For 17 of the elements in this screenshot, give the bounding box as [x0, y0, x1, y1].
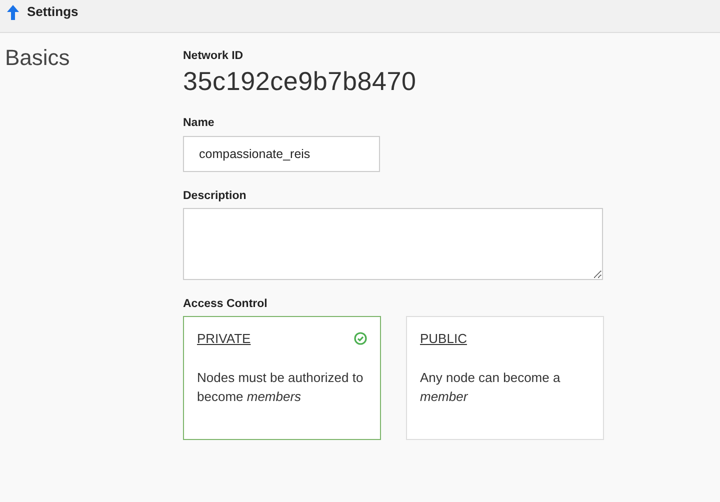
field-label: Access Control [183, 298, 268, 310]
access-option-card[interactable]: PRIVATE Nodes must be authorized to become members [183, 316, 381, 440]
option-title: PUBLIC [420, 331, 467, 346]
check-circle-icon [354, 332, 367, 345]
option-title: PRIVATE [197, 331, 251, 346]
section-title: Basics [5, 45, 70, 70]
description-field[interactable] [183, 208, 603, 280]
option-description: Any node can become a member [420, 369, 562, 406]
page-title: Settings [27, 4, 78, 19]
name-field[interactable]: compassionate_reis [183, 136, 380, 172]
access-option-card[interactable]: PUBLIC Any node can become a member [406, 316, 604, 440]
field-label: Description [183, 190, 246, 202]
field-label: Network ID [183, 50, 244, 62]
network-id: 35c192ce9b7b8470 [183, 66, 416, 97]
option-description: Nodes must be authorized to become members [197, 369, 364, 406]
arrow-up-icon[interactable] [7, 5, 19, 20]
field-label: Name [183, 117, 214, 129]
